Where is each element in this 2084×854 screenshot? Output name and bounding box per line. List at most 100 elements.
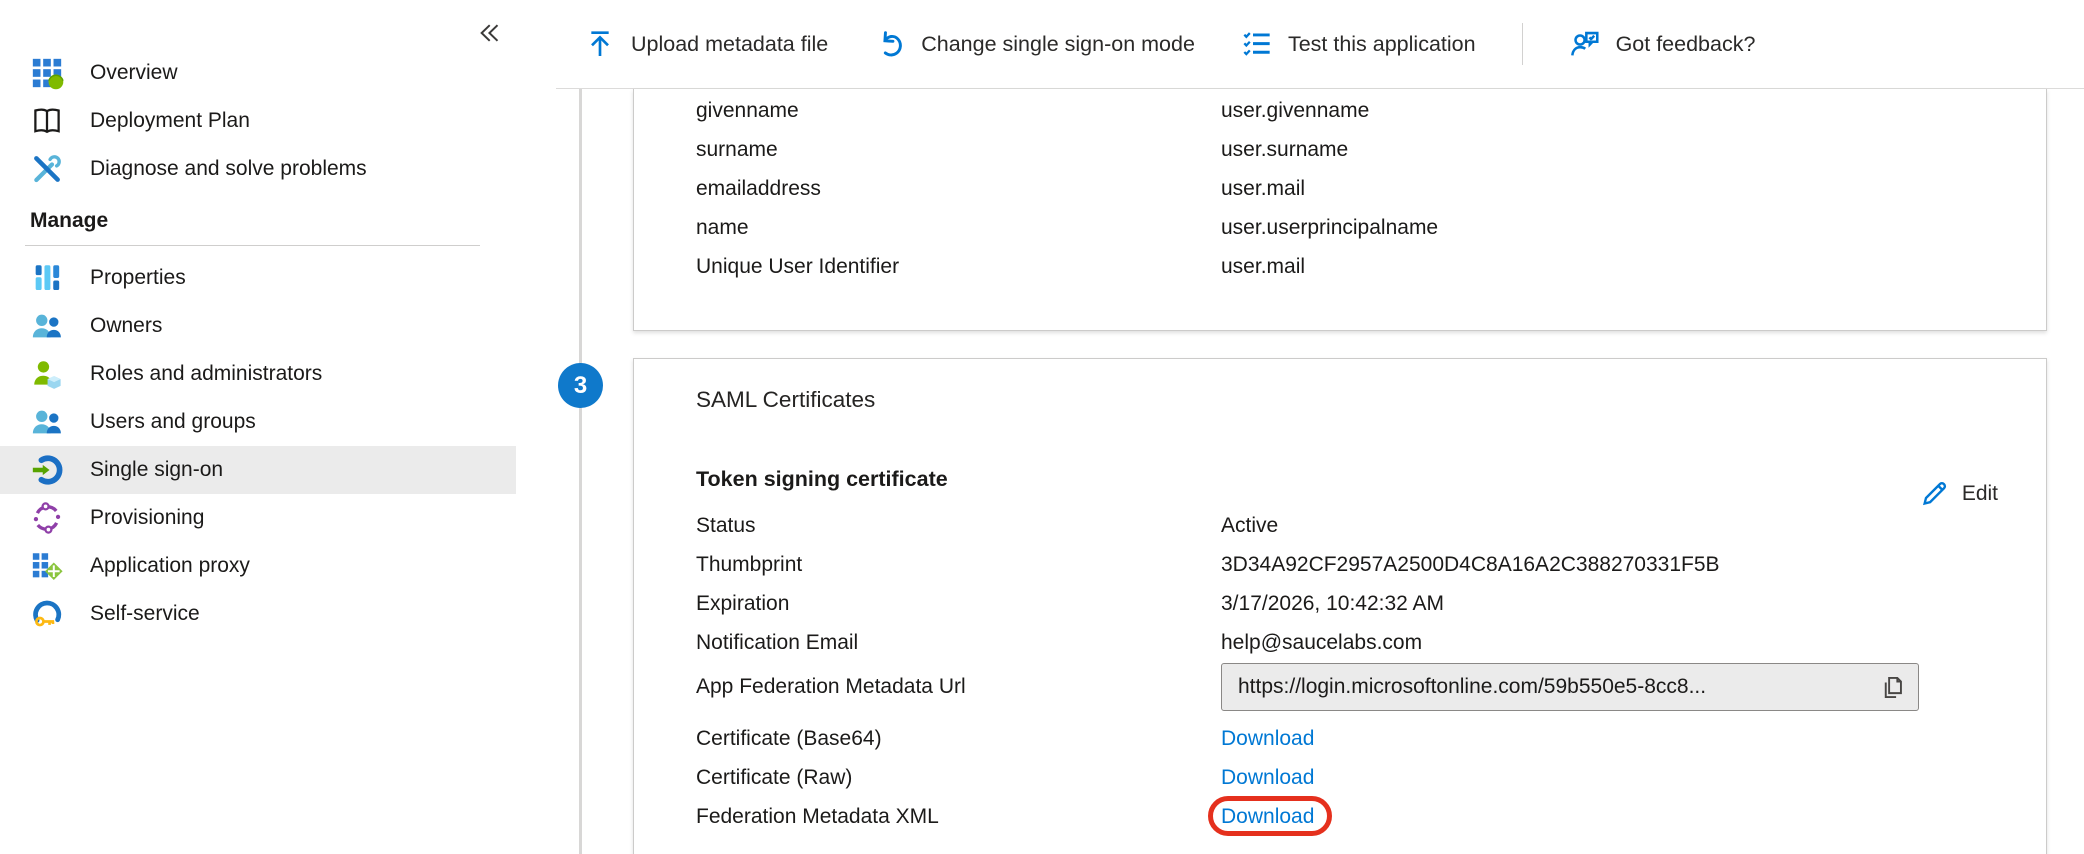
attribute-rows: givenname user.givenname surname user.su…	[634, 89, 2046, 286]
claim-name: Unique User Identifier	[696, 255, 1221, 279]
status-value: Active	[1221, 514, 1278, 538]
people-icon	[30, 309, 64, 343]
sidebar-item-label: Self-service	[90, 602, 200, 626]
sync-icon	[30, 501, 64, 535]
sidebar-item-self-service[interactable]: Self-service	[0, 590, 516, 638]
sidebar-item-label: Deployment Plan	[90, 109, 250, 133]
checklist-icon	[1241, 28, 1273, 60]
sidebar-item-owners[interactable]: Owners	[0, 302, 516, 350]
sidebar-item-provisioning[interactable]: Provisioning	[0, 494, 516, 542]
got-feedback-button[interactable]: Got feedback?	[1569, 28, 1756, 60]
claim-value: user.userprincipalname	[1221, 216, 1438, 240]
certificate-detail-row: Thumbprint 3D34A92CF2957A2500D4C8A16A2C3…	[696, 545, 2046, 584]
command-bar: Upload metadata file Change single sign-…	[556, 0, 2084, 89]
app-federation-metadata-url-row: App Federation Metadata Url https://logi…	[634, 663, 2046, 711]
expiration-value: 3/17/2026, 10:42:32 AM	[1221, 592, 1444, 616]
got-feedback-label: Got feedback?	[1616, 32, 1756, 57]
sidebar-item-diagnose[interactable]: Diagnose and solve problems	[0, 145, 516, 193]
download-certificate-base64-link[interactable]: Download	[1221, 727, 1314, 751]
token-signing-certificate-heading: Token signing certificate	[696, 466, 2046, 492]
certificate-detail-rows: Status Active Thumbprint 3D34A92CF2957A2…	[634, 504, 2046, 662]
pencil-icon	[1919, 479, 1949, 509]
sidebar-item-label: Users and groups	[90, 410, 256, 434]
sidebar-item-overview[interactable]: Overview	[0, 49, 516, 97]
sidebar-item-application-proxy[interactable]: Application proxy	[0, 542, 516, 590]
sidebar-item-label: Roles and administrators	[90, 362, 322, 386]
claim-value: user.mail	[1221, 255, 1305, 279]
claim-name: name	[696, 216, 1221, 240]
attribute-row: surname user.surname	[696, 130, 2046, 169]
download-rows: Certificate (Base64) Download Certificat…	[634, 717, 2046, 836]
certificate-detail-row: Status Active	[696, 506, 2046, 545]
collapse-sidebar-button[interactable]	[472, 16, 506, 50]
undo-arrow-icon	[874, 28, 906, 60]
sidebar-section-manage: Manage	[0, 193, 556, 245]
app-window: Overview Deployment Plan	[0, 0, 2084, 854]
saml-certificates-card: SAML Certificates Edit Token signing cer…	[633, 358, 2047, 854]
detail-label: Status	[696, 514, 1221, 538]
copy-icon[interactable]	[1879, 674, 1906, 701]
sidebar-item-single-sign-on[interactable]: Single sign-on	[0, 446, 516, 494]
download-certificate-raw-link[interactable]: Download	[1221, 766, 1314, 790]
sidebar-item-label: Owners	[90, 314, 162, 338]
overview-grid-icon	[30, 56, 64, 90]
upload-icon	[584, 28, 616, 60]
test-application-label: Test this application	[1288, 32, 1476, 57]
claim-name: emailaddress	[696, 177, 1221, 201]
change-sso-mode-button[interactable]: Change single sign-on mode	[874, 28, 1195, 60]
metadata-url-field[interactable]: https://login.microsoftonline.com/59b550…	[1221, 663, 1919, 711]
sidebar-item-label: Properties	[90, 266, 186, 290]
saml-certificates-title: SAML Certificates	[634, 359, 2046, 413]
download-row: Certificate (Raw) Download	[696, 758, 2046, 797]
feedback-person-icon	[1569, 28, 1601, 60]
detail-label: Certificate (Raw)	[696, 766, 1221, 790]
claim-value: user.givenname	[1221, 99, 1369, 123]
claim-value: user.surname	[1221, 138, 1348, 162]
people-icon	[30, 405, 64, 439]
thumbprint-value: 3D34A92CF2957A2500D4C8A16A2C388270331F5B	[1221, 553, 1720, 577]
bars-icon	[30, 261, 64, 295]
sso-arrow-circle-icon	[30, 453, 64, 487]
sidebar-item-label: Application proxy	[90, 554, 250, 578]
upload-metadata-file-button[interactable]: Upload metadata file	[584, 28, 828, 60]
attribute-row: emailaddress user.mail	[696, 169, 2046, 208]
sidebar-divider	[25, 245, 480, 246]
detail-label: Expiration	[696, 592, 1221, 616]
grid-diamond-icon	[30, 549, 64, 583]
attribute-row: Unique User Identifier user.mail	[696, 247, 2046, 286]
detail-label: App Federation Metadata Url	[696, 675, 1221, 699]
sidebar: Overview Deployment Plan	[0, 0, 556, 854]
test-application-button[interactable]: Test this application	[1241, 28, 1476, 60]
download-row: Federation Metadata XML Download	[696, 797, 2046, 836]
claim-value: user.mail	[1221, 177, 1305, 201]
person-cube-icon	[30, 357, 64, 391]
detail-label: Federation Metadata XML	[696, 805, 1221, 829]
sidebar-item-label: Diagnose and solve problems	[90, 157, 367, 181]
toolbar-separator	[1522, 23, 1523, 65]
sidebar-item-deployment-plan[interactable]: Deployment Plan	[0, 97, 516, 145]
claim-name: surname	[696, 138, 1221, 162]
claim-name: givenname	[696, 99, 1221, 123]
attributes-claims-card: givenname user.givenname surname user.su…	[633, 89, 2047, 331]
step-connector-line	[579, 89, 582, 854]
detail-label: Thumbprint	[696, 553, 1221, 577]
annotated-download-wrapper: Download	[1221, 805, 1314, 829]
sidebar-item-users-groups[interactable]: Users and groups	[0, 398, 516, 446]
detail-label: Certificate (Base64)	[696, 727, 1221, 751]
book-icon	[30, 104, 64, 138]
certificate-detail-row: Notification Email help@saucelabs.com	[696, 623, 2046, 662]
sidebar-item-label: Single sign-on	[90, 458, 223, 482]
key-circle-icon	[30, 597, 64, 631]
download-federation-metadata-xml-link[interactable]: Download	[1221, 805, 1314, 828]
detail-label: Notification Email	[696, 631, 1221, 655]
sidebar-nav: Overview Deployment Plan	[0, 49, 556, 638]
sidebar-item-properties[interactable]: Properties	[0, 254, 516, 302]
certificate-detail-row: Expiration 3/17/2026, 10:42:32 AM	[696, 584, 2046, 623]
tools-icon	[30, 152, 64, 186]
attribute-row: givenname user.givenname	[696, 91, 2046, 130]
edit-label: Edit	[1962, 482, 1998, 506]
edit-certificate-button[interactable]: Edit	[1919, 479, 1998, 509]
sidebar-item-roles[interactable]: Roles and administrators	[0, 350, 516, 398]
metadata-url-value: https://login.microsoftonline.com/59b550…	[1238, 675, 1879, 699]
sidebar-item-label: Overview	[90, 61, 178, 85]
